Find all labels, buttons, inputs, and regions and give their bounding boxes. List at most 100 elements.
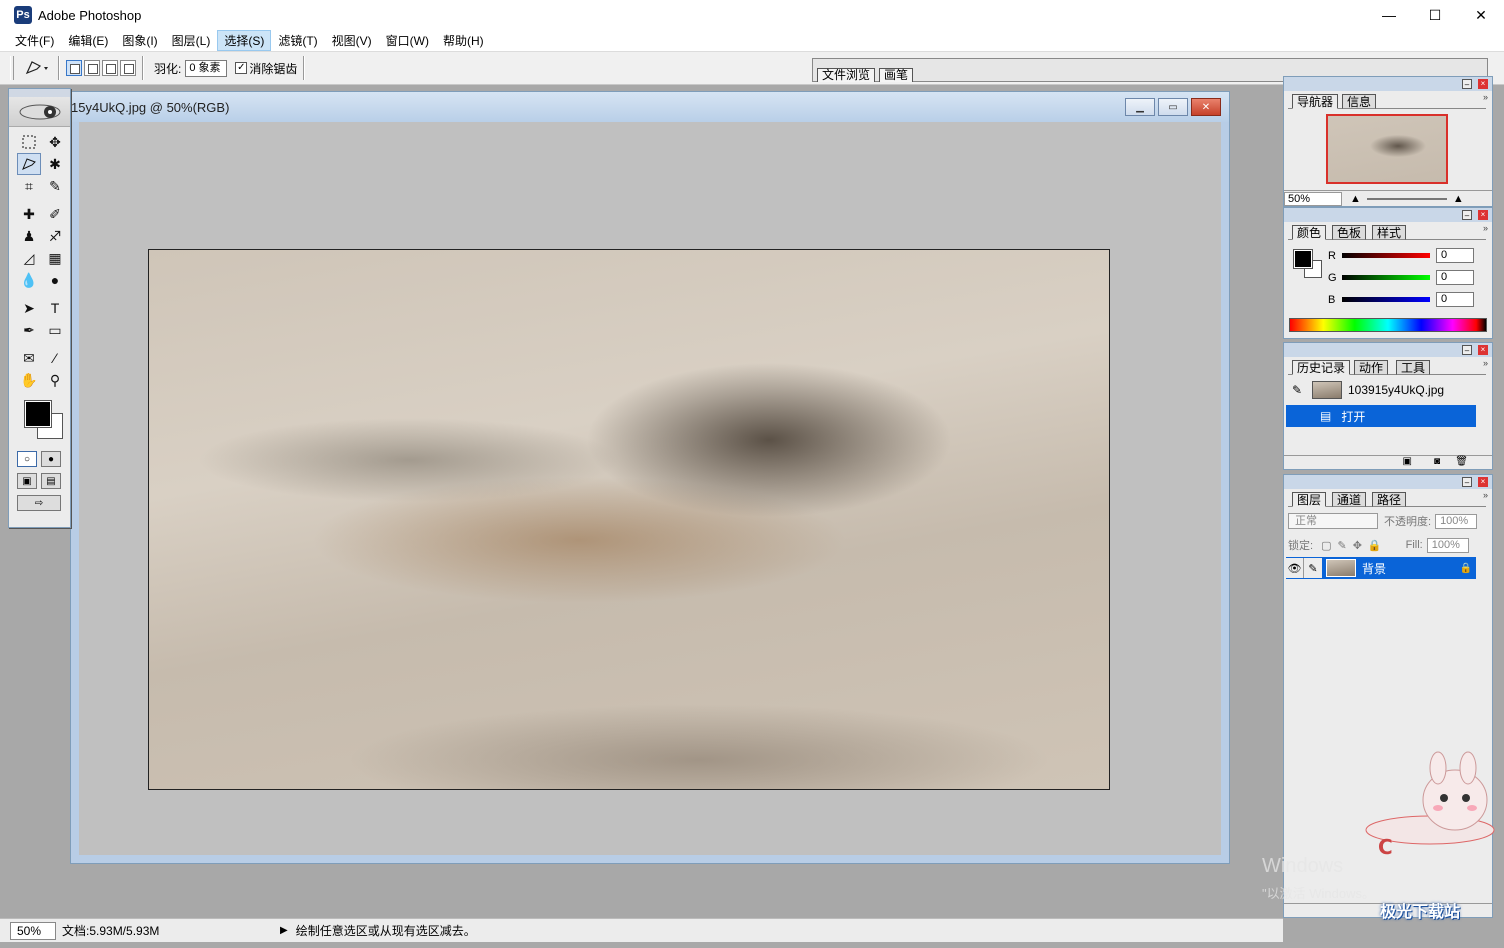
toolbox-header[interactable] xyxy=(9,89,70,97)
tab-actions[interactable]: 动作 xyxy=(1354,360,1389,375)
screen-mode-standard-button[interactable]: ▣ xyxy=(17,473,37,489)
status-zoom-field[interactable]: 50% xyxy=(10,921,56,940)
document-title-bar[interactable]: 15y4UkQ.jpg @ 50%(RGB) xyxy=(71,92,1229,122)
palette-minimize-button[interactable]: – xyxy=(1462,345,1472,355)
quick-mask-button[interactable]: ● xyxy=(41,451,61,467)
minimize-button[interactable]: — xyxy=(1366,0,1412,30)
menu-layer[interactable]: 图层(L) xyxy=(165,30,218,51)
new-selection-button[interactable] xyxy=(66,60,82,76)
sand-dune-image[interactable] xyxy=(148,249,1110,790)
well-tab-file-browser[interactable]: 文件浏览 xyxy=(817,68,876,82)
subtract-selection-button[interactable] xyxy=(102,60,118,76)
standard-mode-button[interactable]: ○ xyxy=(17,451,37,467)
palette-close-button[interactable]: × xyxy=(1478,210,1488,220)
history-step[interactable]: ▤ 打开 xyxy=(1286,405,1476,427)
lock-move-icon[interactable]: ✥ xyxy=(1353,539,1362,552)
healing-brush-icon[interactable]: ✚ xyxy=(17,203,41,225)
brush-icon[interactable]: ✐ xyxy=(43,203,67,225)
tool-preset-picker[interactable] xyxy=(22,56,52,80)
trash-icon[interactable]: 🗑 xyxy=(1455,456,1468,467)
blend-mode-select[interactable]: 正常 xyxy=(1288,513,1378,529)
blur-icon[interactable]: 💧 xyxy=(17,269,41,291)
history-snapshot[interactable]: ✎ 103915y4UkQ.jpg xyxy=(1286,379,1476,401)
hand-icon[interactable]: ✋ xyxy=(17,369,41,391)
tab-layers[interactable]: 图层 xyxy=(1292,492,1327,507)
tab-styles[interactable]: 样式 xyxy=(1372,225,1407,240)
eraser-icon[interactable]: ◿ xyxy=(17,247,41,269)
color-spectrum-ramp[interactable] xyxy=(1289,318,1487,332)
tab-channels[interactable]: 通道 xyxy=(1332,492,1367,507)
status-menu-arrow-icon[interactable]: ▶ xyxy=(280,925,288,936)
palette-minimize-button[interactable]: – xyxy=(1462,477,1472,487)
zoom-out-icon[interactable]: ▲ xyxy=(1350,193,1361,205)
feather-input[interactable]: 0 象素 xyxy=(185,59,228,77)
history-brush-icon[interactable]: ♐ xyxy=(43,225,67,247)
palette-menu-icon[interactable]: » xyxy=(1483,92,1488,102)
clone-stamp-icon[interactable]: ♟ xyxy=(17,225,41,247)
new-snapshot-icon[interactable]: ◙ xyxy=(1434,456,1440,467)
doc-minimize-button[interactable]: ▁ xyxy=(1125,98,1155,116)
palette-close-button[interactable]: × xyxy=(1478,79,1488,89)
close-button[interactable]: ✕ xyxy=(1458,0,1504,30)
menu-select[interactable]: 选择(S) xyxy=(217,30,272,51)
palette-menu-icon[interactable]: » xyxy=(1483,223,1488,233)
screen-mode-full-menu-button[interactable]: ▤ xyxy=(41,473,61,489)
canvas-area[interactable] xyxy=(71,122,1229,863)
lock-all-icon[interactable]: 🔒 xyxy=(1368,539,1382,552)
tab-info[interactable]: 信息 xyxy=(1342,94,1377,109)
menu-file[interactable]: 文件(F) xyxy=(8,30,61,51)
lock-transparency-icon[interactable]: ▢ xyxy=(1321,539,1331,552)
eyedropper-icon[interactable]: ⁄ xyxy=(43,347,67,369)
marquee-icon[interactable] xyxy=(17,131,41,153)
gradient-icon[interactable]: ▦ xyxy=(43,247,67,269)
adobe-online-logo[interactable] xyxy=(9,97,70,127)
menu-window[interactable]: 窗口(W) xyxy=(379,30,436,51)
type-icon[interactable]: T xyxy=(43,297,67,319)
tab-swatches[interactable]: 色板 xyxy=(1332,225,1367,240)
foreground-color-swatch[interactable] xyxy=(1293,249,1313,269)
maximize-button[interactable]: ☐ xyxy=(1412,0,1458,30)
move-icon[interactable]: ✥ xyxy=(43,131,67,153)
red-slider[interactable] xyxy=(1342,253,1430,258)
menu-filter[interactable]: 滤镜(T) xyxy=(271,30,324,51)
menu-image[interactable]: 图象(I) xyxy=(115,30,164,51)
fill-input[interactable]: 100% xyxy=(1426,537,1469,553)
path-select-icon[interactable]: ➤ xyxy=(17,297,41,319)
green-value-input[interactable]: 0 xyxy=(1436,270,1474,285)
dodge-icon[interactable]: ● xyxy=(43,269,67,291)
well-tab-brushes[interactable]: 画笔 xyxy=(879,68,914,82)
blue-value-input[interactable]: 0 xyxy=(1436,292,1474,307)
doc-close-button[interactable]: ✕ xyxy=(1191,98,1221,116)
foreground-color-swatch[interactable] xyxy=(24,400,52,428)
new-document-icon[interactable]: ▣ xyxy=(1403,456,1412,467)
shape-icon[interactable]: ▭ xyxy=(43,319,67,341)
pen-icon[interactable]: ✒ xyxy=(17,319,41,341)
slice-icon[interactable]: ✎ xyxy=(43,175,67,197)
doc-maximize-button[interactable]: ▭ xyxy=(1158,98,1188,116)
zoom-in-icon[interactable]: ▲ xyxy=(1453,193,1464,205)
tab-tool-presets[interactable]: 工具 xyxy=(1396,360,1431,375)
visibility-eye-icon[interactable]: 👁 xyxy=(1286,558,1304,578)
layer-row-background[interactable]: 👁 ✎ 背景 🔒 xyxy=(1286,557,1476,579)
intersect-selection-button[interactable] xyxy=(120,60,136,76)
magic-wand-icon[interactable]: ✱ xyxy=(43,153,67,175)
tab-history[interactable]: 历史记录 xyxy=(1292,360,1351,375)
lasso-icon[interactable] xyxy=(17,153,41,175)
menu-view[interactable]: 视图(V) xyxy=(325,30,379,51)
palette-minimize-button[interactable]: – xyxy=(1462,79,1472,89)
menu-edit[interactable]: 编辑(E) xyxy=(61,30,115,51)
red-value-input[interactable]: 0 xyxy=(1436,248,1474,263)
opacity-input[interactable]: 100% xyxy=(1435,513,1478,529)
antialias-checkbox[interactable]: ✓ xyxy=(235,62,248,74)
zoom-slider[interactable] xyxy=(1366,197,1447,200)
tab-paths[interactable]: 路径 xyxy=(1372,492,1407,507)
options-grip[interactable] xyxy=(10,56,14,80)
palette-menu-icon[interactable]: » xyxy=(1483,358,1488,368)
lock-paint-icon[interactable]: ✎ xyxy=(1337,539,1346,552)
notes-icon[interactable]: ✉ xyxy=(17,347,41,369)
palette-menu-icon[interactable]: » xyxy=(1483,490,1488,500)
jump-to-imageready-button[interactable]: ⇨ xyxy=(17,495,61,511)
crop-icon[interactable]: ⌗ xyxy=(17,175,41,197)
green-slider[interactable] xyxy=(1342,275,1430,280)
zoom-icon[interactable]: ⚲ xyxy=(43,369,67,391)
